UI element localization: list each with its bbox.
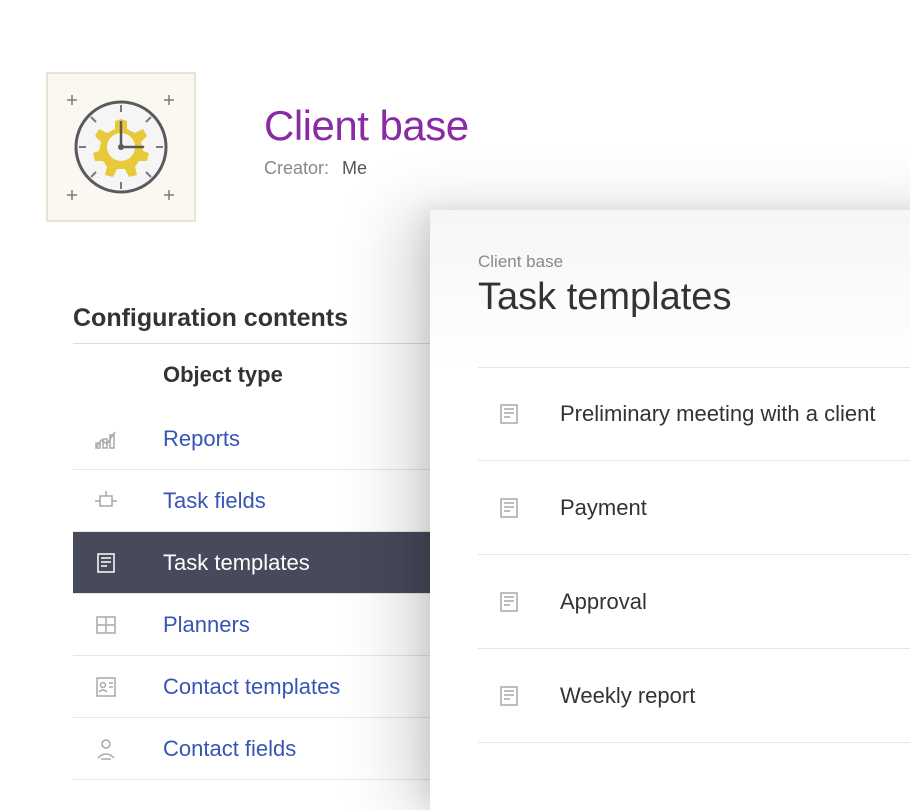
panel-title: Task templates [478,276,910,319]
sidebar-item-label: Reports [163,426,240,452]
template-row[interactable]: Preliminary meeting with a client [478,367,910,461]
template-row[interactable]: Payment [478,461,910,555]
sidebar-item-label: Contact templates [163,674,340,700]
chart-icon [93,426,119,452]
task-field-icon [93,488,119,514]
contact-template-icon [93,674,119,700]
contact-field-icon [93,736,119,762]
sidebar-item-label: Task templates [163,550,310,576]
template-icon [498,591,520,613]
template-icon [93,550,119,576]
header-text: Client base Creator: Me [264,72,469,179]
template-icon [498,403,520,425]
sidebar-item-label: Task fields [163,488,266,514]
sidebar-item-label: Contact fields [163,736,296,762]
breadcrumb: Client base [478,252,910,272]
template-row[interactable]: Approval [478,555,910,649]
page-title: Client base [264,102,469,150]
clock-gear-icon [61,87,181,207]
template-icon [498,685,520,707]
template-row[interactable]: Weekly report [478,649,910,743]
creator-label: Creator: [264,158,329,178]
creator-line: Creator: Me [264,158,469,179]
task-templates-panel: Client base Task templates Preliminary m… [430,210,910,810]
grid-icon [93,612,119,638]
template-label: Payment [560,495,647,521]
template-label: Preliminary meeting with a client [560,401,875,427]
template-label: Weekly report [560,683,695,709]
creator-value: Me [342,158,367,178]
template-label: Approval [560,589,647,615]
logo-box [46,72,196,222]
template-icon [498,497,520,519]
template-list: Preliminary meeting with a client Paymen… [478,367,910,743]
header: Client base Creator: Me [0,0,910,222]
sidebar-item-label: Planners [163,612,250,638]
